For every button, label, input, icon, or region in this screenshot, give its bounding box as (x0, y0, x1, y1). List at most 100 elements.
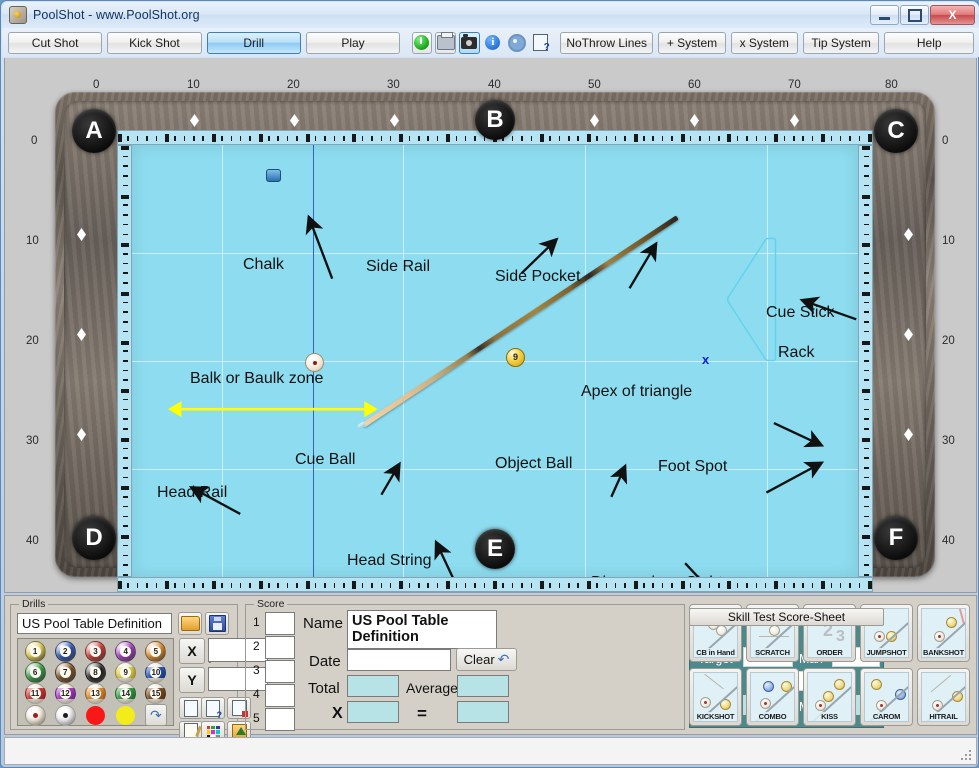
rail-tick (643, 583, 645, 588)
shot-button-bankshot[interactable]: BANKSHOT (917, 604, 970, 662)
pocket-a[interactable]: A (72, 109, 116, 153)
shot-label: COMBO (751, 712, 794, 721)
ball-button-cue-red-dot[interactable] (24, 704, 46, 726)
table-cloth[interactable]: 9 x Chalk Side Rail Side Pocket Cue Stic… (132, 145, 858, 577)
drill-name-input[interactable]: US Pool Table Definition (17, 613, 172, 634)
ball-button-13[interactable]: 13 (84, 683, 106, 704)
info-icon[interactable]: i (483, 32, 504, 54)
score-input-3[interactable] (265, 660, 295, 683)
rail-tick (352, 134, 357, 142)
new-page-icon[interactable] (179, 697, 203, 719)
settings-gear-icon[interactable] (506, 32, 527, 54)
redo-arrow-icon[interactable]: ↷ (144, 704, 167, 726)
help-button[interactable]: Help (884, 31, 975, 54)
tab-drill[interactable]: Drill (206, 31, 301, 54)
x-system-button[interactable]: x System (730, 31, 798, 54)
skill-test-score-sheet-button[interactable]: Skill Test Score-Sheet (689, 608, 884, 626)
clear-button[interactable]: Clear ↶ (456, 648, 517, 671)
rail-tick (864, 360, 869, 362)
page-help-icon[interactable] (201, 697, 225, 720)
score-input-1[interactable] (265, 612, 295, 635)
tab-play[interactable]: Play (305, 31, 401, 54)
ruler-right-20: 20 (942, 335, 955, 347)
ball-picker-grid[interactable]: 1 2 3 4 5 6 7 8 9 10 11 12 13 14 15 ↷ (17, 638, 174, 726)
maximize-button[interactable] (900, 5, 929, 25)
rail-tick (389, 583, 392, 588)
ball-button-12[interactable]: 12 (54, 683, 76, 704)
rail-tick (633, 134, 638, 142)
equals-value[interactable] (457, 701, 509, 723)
score-input-5[interactable] (265, 708, 295, 731)
shot-button-kiss[interactable]: KISS (803, 668, 856, 726)
rail-tick (127, 136, 129, 141)
score-input-4[interactable] (265, 684, 295, 707)
rail-tick (230, 136, 232, 141)
rail-tick (474, 136, 476, 141)
rail-tick (708, 136, 711, 141)
rail-tick (343, 136, 345, 141)
no-throw-lines-button[interactable]: NoThrow Lines (560, 31, 654, 54)
resize-grip-icon[interactable] (961, 750, 972, 761)
multiply-value[interactable] (347, 701, 399, 723)
shot-button-combo[interactable]: COMBO (746, 668, 799, 726)
rail-tick (123, 564, 128, 566)
anno-side-pocket: Side Pocket (495, 268, 581, 285)
rail-tick (530, 583, 532, 588)
tab-kick-shot[interactable]: Kick Shot (107, 31, 202, 54)
ball-button-4[interactable]: 4 (115, 641, 137, 662)
minimize-button[interactable] (870, 5, 899, 25)
score-date-input[interactable] (347, 649, 451, 671)
rail-tick (671, 583, 673, 588)
ball-button-15[interactable]: 15 (145, 683, 167, 704)
shot-button-hitrail[interactable]: HITRAIL (917, 668, 970, 726)
pocket-c[interactable]: C (874, 109, 918, 153)
ball-button-11[interactable]: 11 (24, 683, 46, 704)
ball-button-plain-yellow[interactable] (116, 705, 136, 725)
rail-tick (123, 330, 128, 333)
rail-tick (864, 515, 869, 518)
close-button[interactable]: X (930, 5, 975, 25)
rail-tick (123, 457, 128, 459)
ball-button-3[interactable]: 3 (84, 641, 106, 662)
ball-button-5[interactable]: 5 (145, 641, 167, 662)
pocket-d[interactable]: D (72, 516, 116, 560)
ball-button-8[interactable]: 8 (84, 662, 106, 683)
rail-tick (864, 369, 869, 372)
rail-tick (183, 136, 186, 141)
print-icon[interactable] (435, 31, 456, 54)
shot-button-kickshot[interactable]: KICKSHOT (689, 668, 742, 726)
open-folder-icon[interactable] (178, 612, 202, 635)
average-value[interactable] (457, 675, 509, 697)
shot-button-carom[interactable]: CAROM (860, 668, 913, 726)
document-help-icon[interactable] (530, 32, 551, 54)
rail-tick (643, 136, 645, 141)
save-floppy-icon[interactable] (205, 612, 229, 635)
plus-system-button[interactable]: + System (658, 31, 726, 54)
ball-button-14[interactable]: 14 (115, 683, 137, 704)
pocket-b[interactable]: B (475, 100, 515, 140)
ball-button-7[interactable]: 7 (54, 662, 76, 683)
pocket-f[interactable]: F (874, 516, 918, 560)
ball-button-6[interactable]: 6 (24, 662, 46, 683)
ball-button-2[interactable]: 2 (54, 641, 76, 662)
rail-tick (862, 194, 870, 199)
ball-button-9[interactable]: 9 (115, 662, 137, 683)
ball-button-1[interactable]: 1 (24, 641, 46, 662)
rail-tick (549, 136, 551, 141)
score-input-2[interactable] (265, 636, 295, 659)
power-icon[interactable] (411, 31, 433, 54)
chalk[interactable] (266, 169, 281, 182)
total-value[interactable] (347, 675, 399, 697)
object-ball-9[interactable]: 9 (506, 348, 525, 367)
ball-button-cue-black-dot[interactable] (54, 704, 76, 726)
ball-button-plain-red[interactable] (85, 705, 105, 725)
ball-button-10[interactable]: 10 (145, 662, 167, 683)
score-name-input[interactable]: US Pool Table Definition (347, 610, 497, 649)
pocket-e[interactable]: E (475, 529, 515, 569)
camera-icon[interactable] (458, 31, 480, 54)
pool-table-stage[interactable]: 0 10 20 30 40 50 60 70 80 0 10 20 30 40 … (4, 58, 977, 593)
rail-tick (864, 398, 869, 401)
pool-table[interactable]: 9 x Chalk Side Rail Side Pocket Cue Stic… (55, 92, 935, 592)
tip-system-button[interactable]: Tip System (802, 31, 880, 54)
tab-cut-shot[interactable]: Cut Shot (8, 31, 103, 54)
